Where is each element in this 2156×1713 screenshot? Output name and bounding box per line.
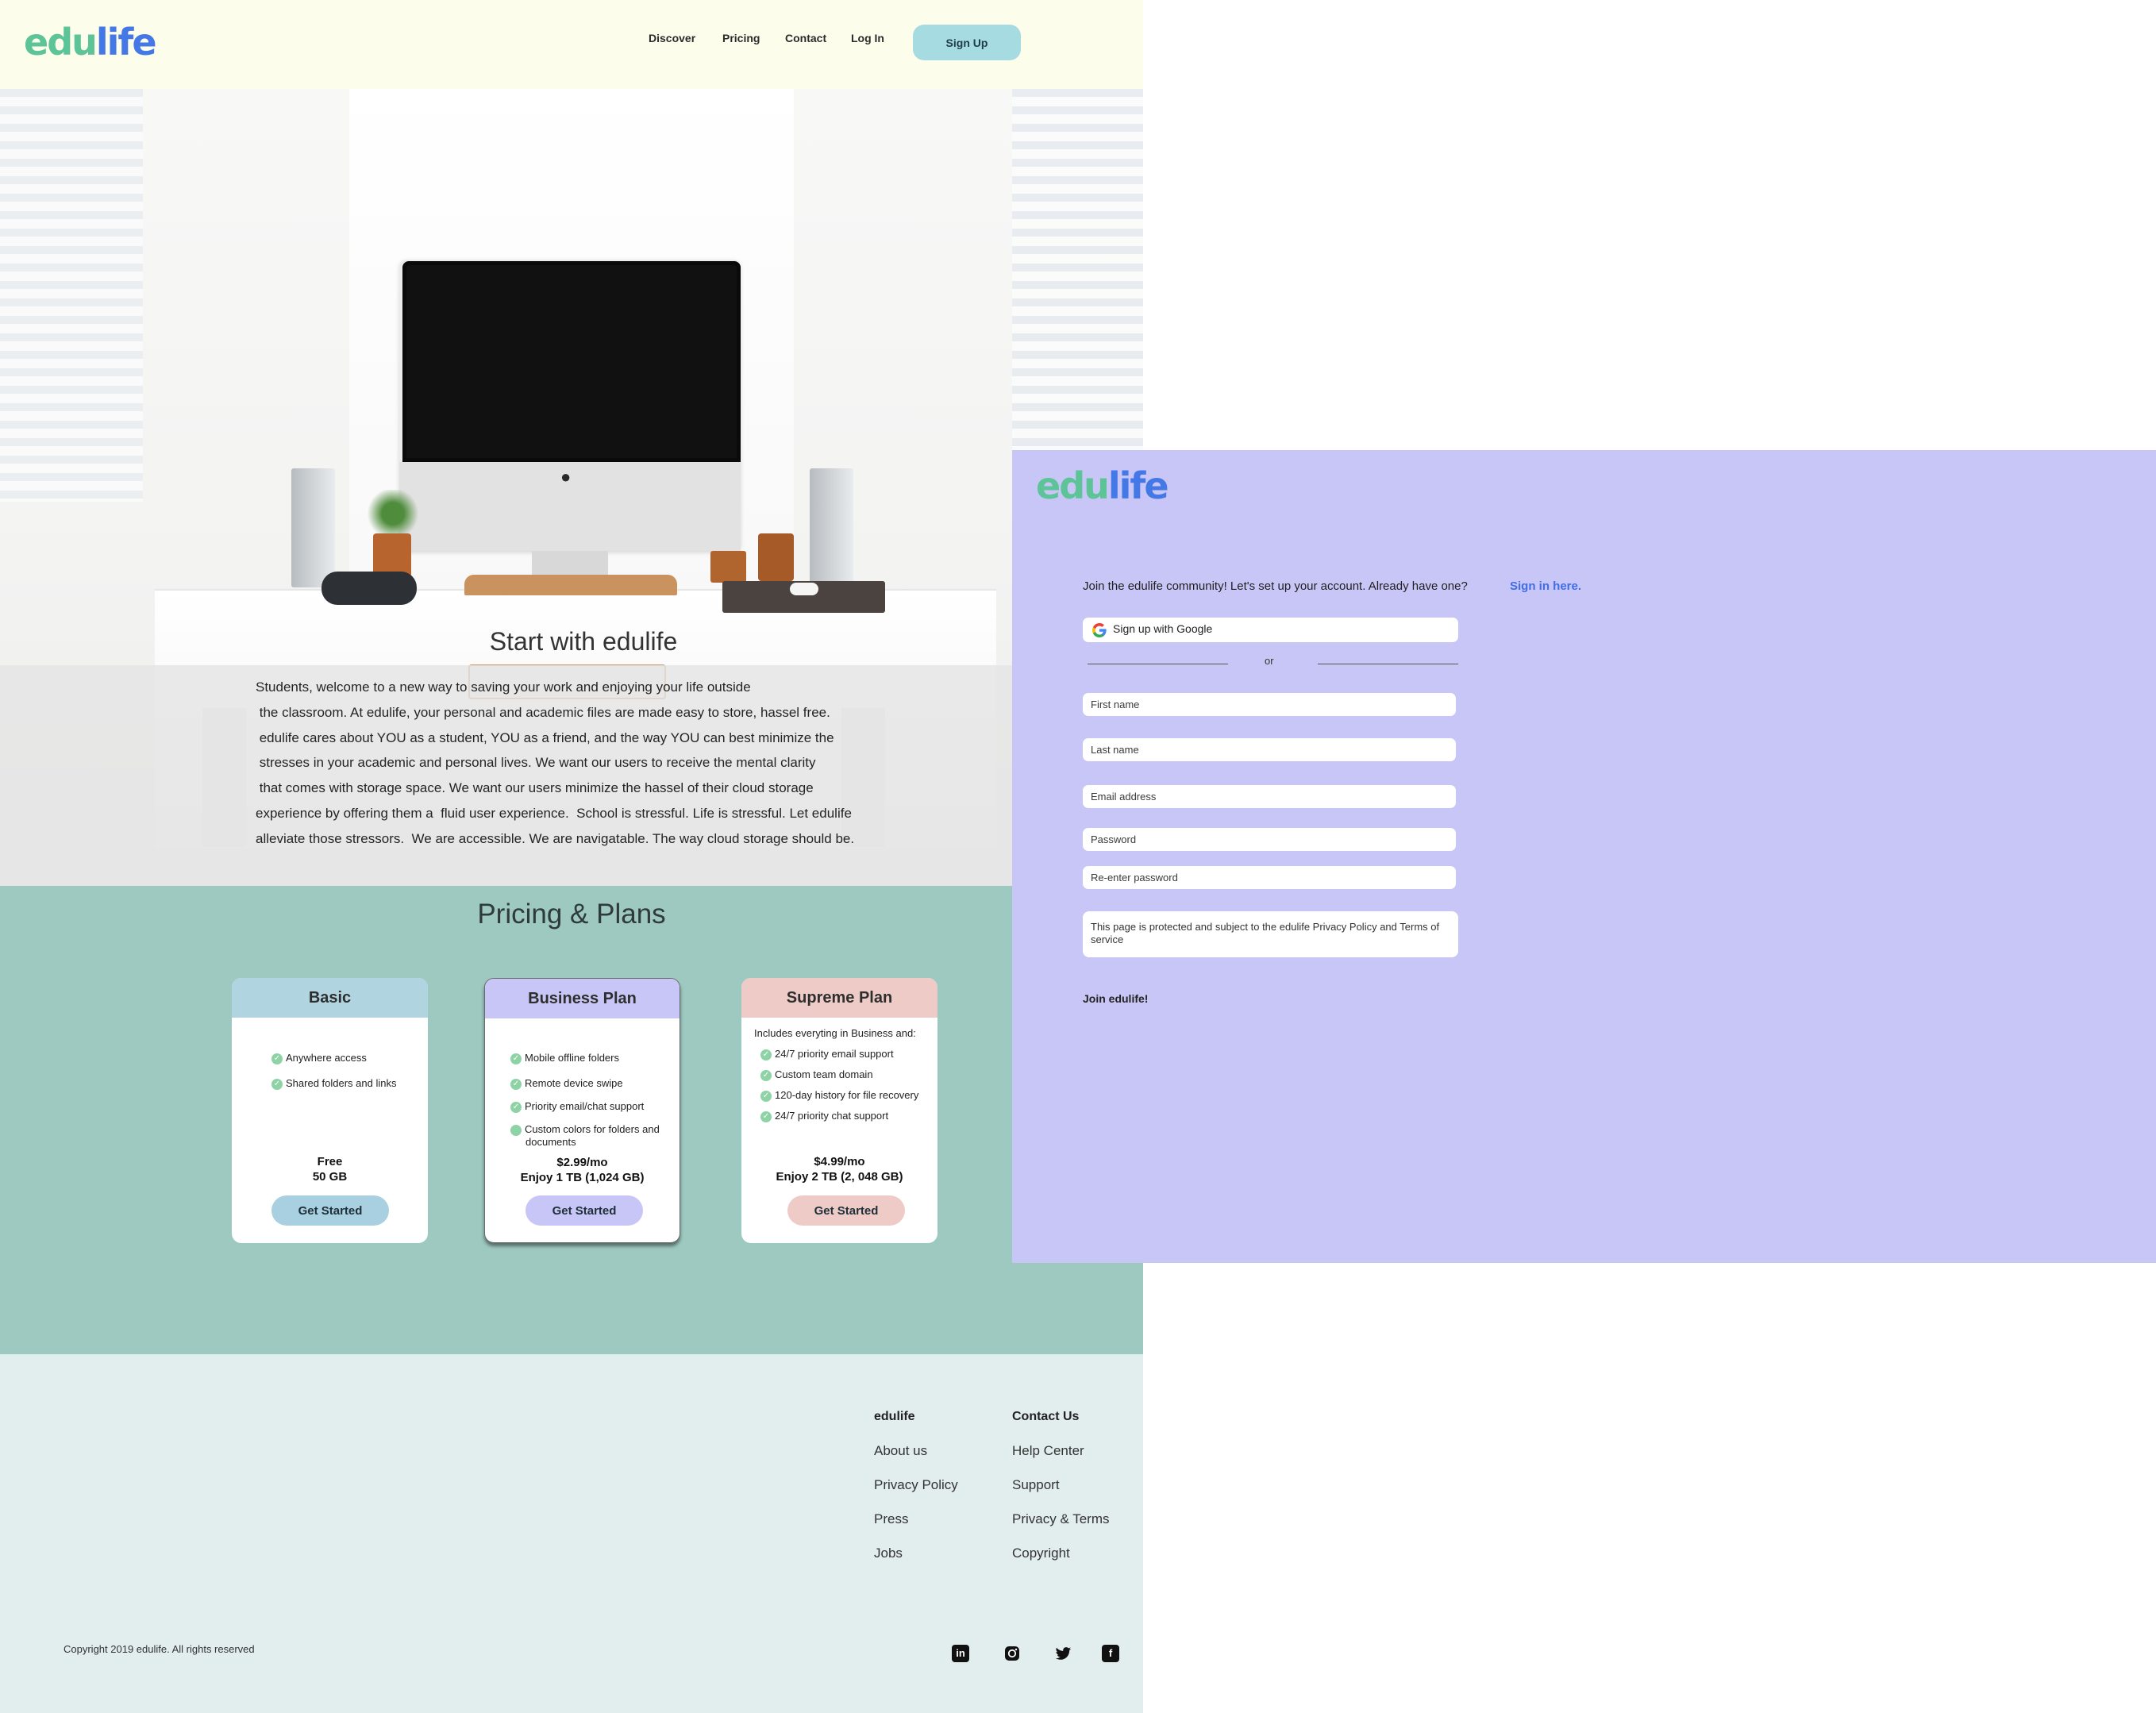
footer-link-privacy-terms[interactable]: Privacy & Terms: [1012, 1511, 1110, 1527]
hero-photo-monitor-screen: [402, 261, 741, 462]
footer-link-copyright[interactable]: Copyright: [1012, 1546, 1070, 1561]
signup-logo[interactable]: edulife: [1036, 464, 1169, 507]
hero-title: Start with edulife: [489, 627, 678, 656]
plan-feature: ✓ 24/7 priority email support: [760, 1048, 935, 1061]
facebook-icon[interactable]: f: [1102, 1645, 1119, 1662]
plan-feature: ✓ 120-day history for file recovery: [760, 1089, 935, 1102]
plan-card-basic: Basic ✓ Anywhere access ✓ Shared folders a…: [232, 978, 428, 1243]
last-name-field[interactable]: [1083, 738, 1456, 761]
footer-link-privacy-policy[interactable]: Privacy Policy: [874, 1477, 958, 1493]
reenter-password-field[interactable]: [1083, 866, 1456, 889]
or-divider-text: or: [1265, 655, 1274, 667]
plan-feature: ✓ Remote device swipe: [510, 1077, 665, 1090]
check-icon: ✓: [271, 1053, 283, 1064]
plan-name: Supreme Plan: [741, 978, 937, 1018]
get-started-basic-button[interactable]: Get Started: [271, 1195, 389, 1226]
plan-storage: Enjoy 1 TB (1,024 GB): [520, 1171, 645, 1184]
plan-name: Basic: [232, 978, 428, 1018]
plan-feature: ✓ Anywhere access: [271, 1052, 426, 1064]
get-started-business-button[interactable]: Get Started: [526, 1195, 643, 1226]
hero-photo-monitor-stand: [464, 575, 677, 595]
plan-storage: Enjoy 2 TB (2, 048 GB): [776, 1170, 903, 1184]
footer-link-help-center[interactable]: Help Center: [1012, 1443, 1084, 1459]
sign-up-button[interactable]: Sign Up: [913, 25, 1021, 60]
hero-photo-speaker: [291, 468, 335, 587]
plan-feature: ✓ Priority email/chat support: [510, 1100, 665, 1113]
nav-discover[interactable]: Discover: [649, 32, 695, 44]
plan-price: Free: [317, 1155, 343, 1168]
first-name-field[interactable]: [1083, 693, 1456, 716]
hero-photo-mouse: [790, 583, 818, 595]
legal-notice: This page is protected and subject to th…: [1083, 911, 1458, 957]
plan-card-supreme: Supreme Plan Includes everyting in Busin…: [741, 978, 937, 1243]
footer-heading-edulife: edulife: [874, 1410, 915, 1423]
check-icon: ✓: [505, 1124, 522, 1136]
check-icon: ✓: [760, 1090, 772, 1102]
plan-price: $4.99/mo: [814, 1155, 865, 1168]
plan-feature: ✓ Shared folders and links: [271, 1077, 426, 1090]
footer-link-about[interactable]: About us: [874, 1443, 927, 1459]
footer-link-jobs[interactable]: Jobs: [874, 1546, 903, 1561]
check-icon: ✓: [271, 1078, 283, 1090]
logo[interactable]: edulife: [24, 21, 157, 64]
hero-photo-mug: [710, 551, 746, 583]
google-icon: [1092, 622, 1107, 637]
plan-feature: ✓ Custom team domain: [760, 1068, 935, 1081]
site-footer: edulife About us Privacy Policy Press Jo…: [0, 1354, 1143, 1713]
footer-link-support[interactable]: Support: [1012, 1477, 1060, 1493]
site-header: edulife Discover Pricing Contact Log In …: [0, 0, 1143, 89]
check-icon: ✓: [760, 1049, 772, 1061]
signup-panel: edulife Join the edulife community! Let'…: [1012, 450, 2156, 1263]
plan-feature: ✓ Mobile offline folders: [510, 1052, 665, 1064]
email-field[interactable]: [1083, 785, 1456, 808]
plan-price: $2.99/mo: [556, 1156, 608, 1169]
footer-link-press[interactable]: Press: [874, 1511, 908, 1527]
hero-photo-plant-leaves: [365, 490, 421, 537]
instagram-icon[interactable]: [1003, 1645, 1021, 1662]
plan-card-business: Business Plan ✓ Mobile offline folders ✓ R…: [484, 978, 680, 1243]
check-icon: ✓: [510, 1053, 522, 1064]
hero-photo-headphones: [321, 572, 417, 605]
signup-intro: Join the edulife community! Let's set up…: [1083, 579, 1468, 593]
hero-section: ● Start with edulife Students, welcome t…: [0, 89, 1143, 886]
linkedin-icon[interactable]: in: [952, 1645, 969, 1662]
plan-storage: 50 GB: [312, 1170, 348, 1184]
hero-description: Students, welcome to a new way to saving…: [256, 679, 855, 846]
hero-photo-speaker: [810, 468, 853, 587]
get-started-supreme-button[interactable]: Get Started: [787, 1195, 905, 1226]
check-icon: ✓: [510, 1078, 522, 1090]
nav-pricing[interactable]: Pricing: [722, 32, 760, 44]
google-signup-label: Sign up with Google: [1113, 622, 1213, 636]
footer-heading-contact: Contact Us: [1012, 1410, 1080, 1423]
google-signup-button[interactable]: Sign up with Google: [1083, 618, 1458, 642]
plan-feature: ✓ 24/7 priority chat support: [760, 1110, 935, 1122]
pricing-title: Pricing & Plans: [477, 899, 666, 930]
hero-photo-plant-pot: [373, 533, 411, 577]
plan-feature: ✓ Custom colors for folders and documents: [505, 1123, 660, 1148]
pricing-section: Pricing & Plans Basic ✓ Anywhere access ✓…: [0, 886, 1143, 1354]
check-icon: ✓: [760, 1111, 772, 1122]
twitter-icon[interactable]: [1054, 1645, 1072, 1662]
sign-in-link[interactable]: Sign in here.: [1510, 579, 1581, 593]
check-icon: ✓: [760, 1069, 772, 1081]
apple-logo-icon: ●: [560, 467, 572, 487]
hero-photo-window-left: [0, 89, 143, 502]
plan-name: Business Plan: [485, 979, 680, 1018]
plan-intro: Includes everyting in Business and:: [754, 1027, 916, 1039]
nav-login[interactable]: Log In: [851, 32, 884, 44]
nav-contact[interactable]: Contact: [785, 32, 826, 44]
hero-photo-window-right: [1012, 89, 1143, 502]
check-icon: ✓: [510, 1101, 522, 1113]
hero-photo-lamp: [758, 533, 794, 581]
password-field[interactable]: [1083, 828, 1456, 851]
landing-page: edulife Discover Pricing Contact Log In …: [0, 0, 1143, 1713]
join-button[interactable]: Join edulife!: [1083, 992, 1148, 1005]
copyright-text: Copyright 2019 edulife. All rights reser…: [64, 1643, 255, 1655]
